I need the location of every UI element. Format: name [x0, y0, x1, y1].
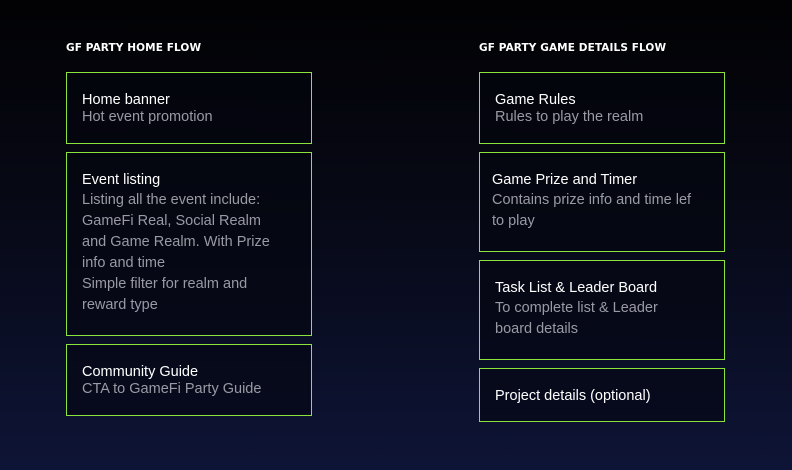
card-title: Task List & Leader Board — [495, 280, 658, 296]
card-title: Game Prize and Timer — [492, 172, 638, 188]
card-title: Project details (optional) — [495, 388, 651, 404]
game-rules-card: Game Rules Rules to play the realm — [479, 72, 725, 144]
card-description: To complete list & Leader board details — [495, 300, 658, 337]
home-banner-card: Home banner Hot event promotion — [66, 72, 312, 144]
card-description: Rules to play the realm — [495, 109, 644, 125]
community-guide-card: Community Guide CTA to GameFi Party Guid… — [66, 344, 312, 416]
card-description: Contains prize info and time lef to play — [492, 192, 692, 229]
card-title: Event listing — [82, 172, 161, 188]
card-description: CTA to GameFi Party Guide — [82, 381, 262, 397]
card-description: Hot event promotion — [82, 109, 213, 125]
task-list-leader-board-card: Task List & Leader Board To complete lis… — [479, 260, 725, 360]
event-listing-card: Event listing Listing all the event incl… — [66, 152, 312, 336]
game-prize-timer-card: Game Prize and Timer Contains prize info… — [479, 152, 725, 252]
home-flow-title: GF PARTY HOME FLOW — [66, 42, 202, 54]
project-details-card: Project details (optional) — [479, 368, 725, 422]
game-details-flow-title: GF PARTY GAME DETAILS FLOW — [479, 42, 667, 54]
card-description: Listing all the event include: GameFi Re… — [82, 192, 270, 313]
